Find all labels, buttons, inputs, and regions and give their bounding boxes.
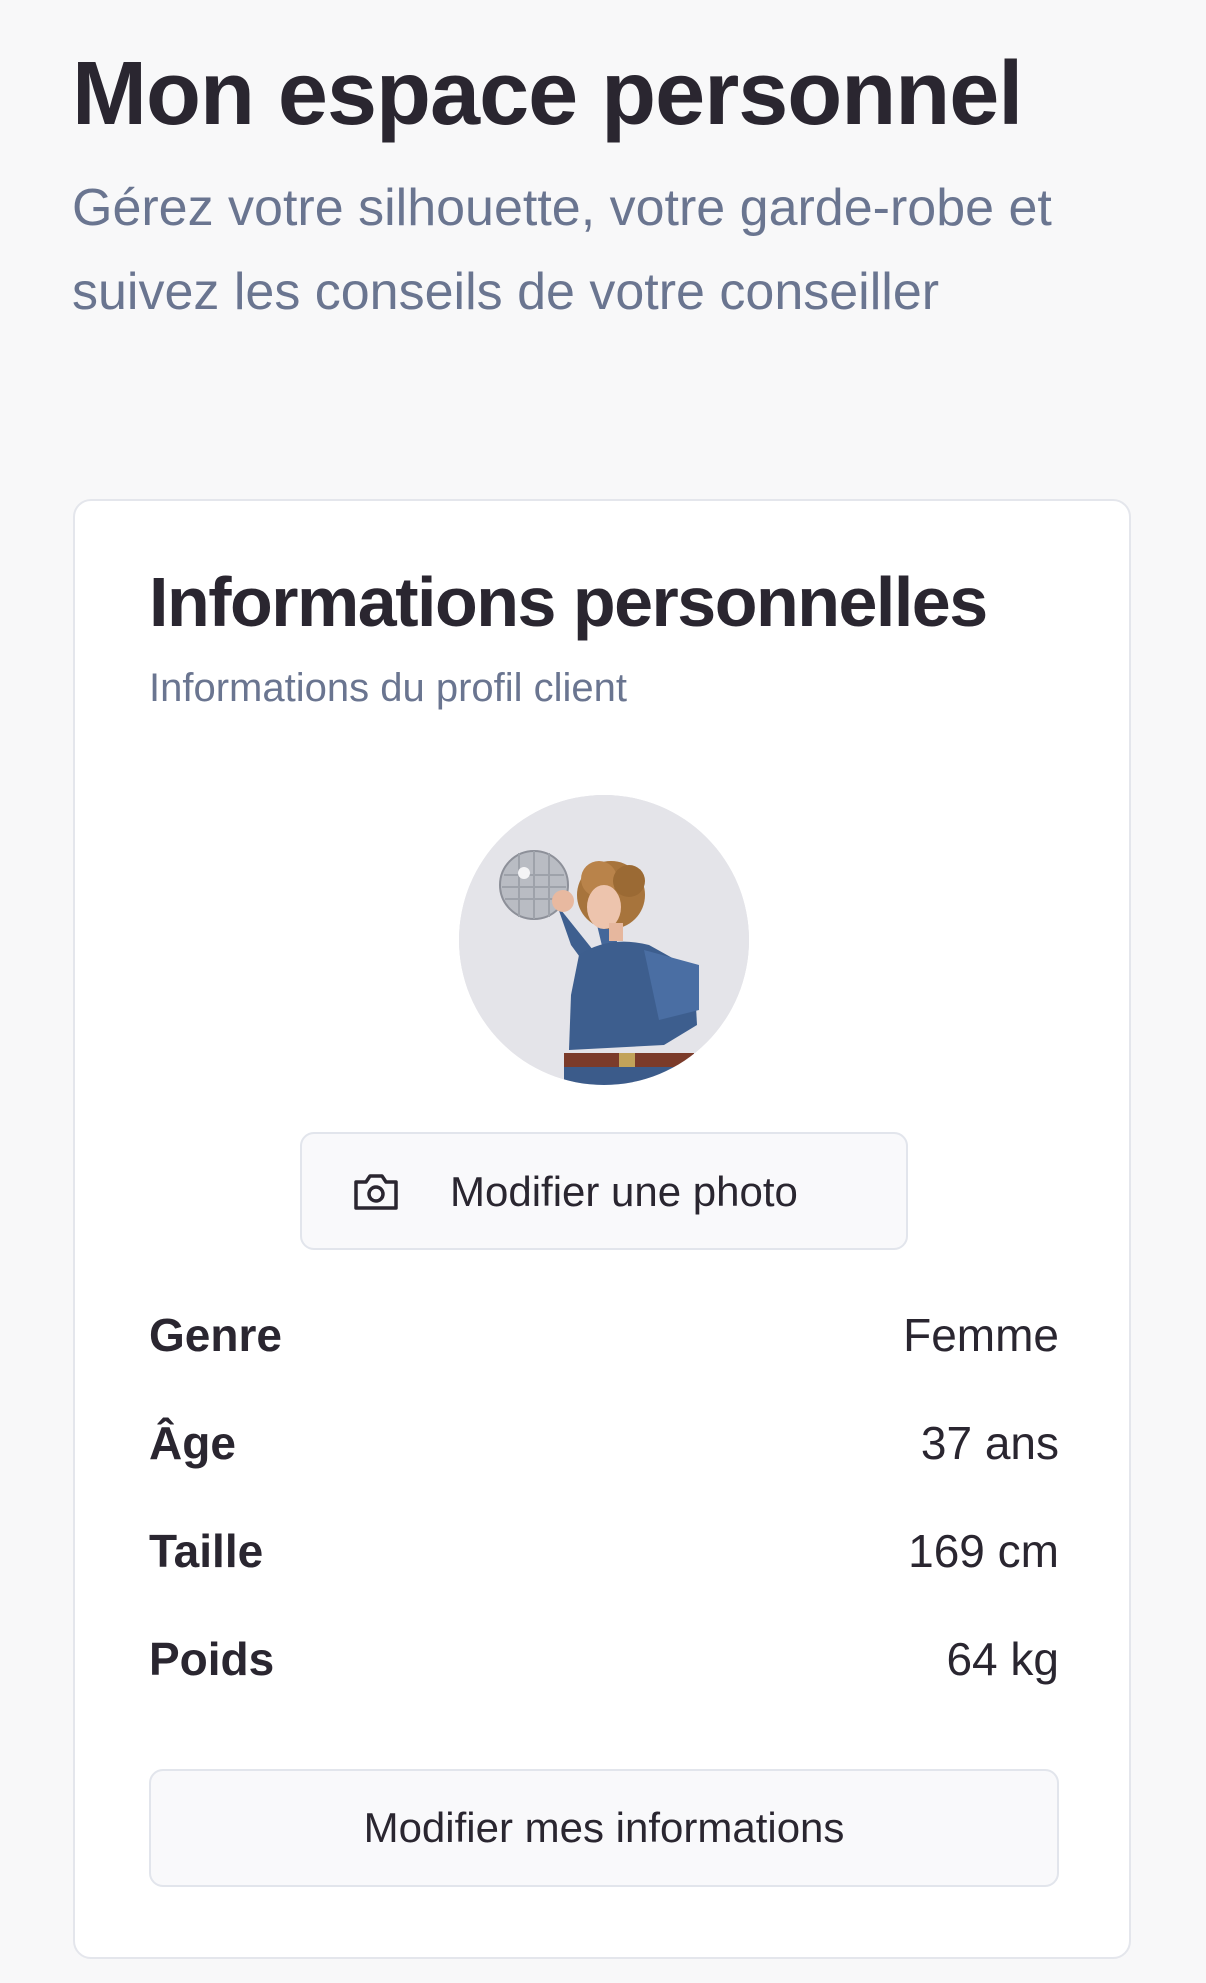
page-subtitle: Gérez votre silhouette, votre garde-robe… <box>72 179 1052 321</box>
detail-value: 169 cm <box>908 1525 1059 1577</box>
page-title: Mon espace personnel <box>72 44 1023 144</box>
detail-label: Genre <box>149 1309 282 1361</box>
camera-icon <box>352 1172 400 1212</box>
detail-label: Poids <box>149 1633 275 1685</box>
detail-value: Femme <box>903 1309 1059 1361</box>
card-subtitle: Informations du profil client <box>149 666 628 710</box>
detail-label: Taille <box>149 1525 264 1577</box>
page-header: Mon espace personnel Gérez votre silhoue… <box>72 40 1132 334</box>
detail-label: Âge <box>149 1417 236 1469</box>
card-title: Informations personnelles <box>149 563 988 641</box>
detail-value: 64 kg <box>946 1633 1059 1685</box>
change-photo-label: Modifier une photo <box>450 1168 798 1215</box>
profile-details: Genre Femme Âge 37 ans Taille 169 cm Poi… <box>149 1307 1059 1739</box>
detail-row-age: Âge 37 ans <box>149 1415 1059 1523</box>
personal-info-card: Informations personnelles Informations d… <box>73 499 1131 1959</box>
edit-info-button[interactable]: Modifier mes informations <box>149 1769 1059 1887</box>
change-photo-button[interactable]: Modifier une photo <box>300 1132 908 1250</box>
avatar-photo <box>459 795 749 1085</box>
detail-value: 37 ans <box>920 1417 1059 1469</box>
detail-row-genre: Genre Femme <box>149 1307 1059 1415</box>
detail-row-poids: Poids 64 kg <box>149 1631 1059 1739</box>
avatar <box>459 795 749 1085</box>
detail-row-taille: Taille 169 cm <box>149 1523 1059 1631</box>
